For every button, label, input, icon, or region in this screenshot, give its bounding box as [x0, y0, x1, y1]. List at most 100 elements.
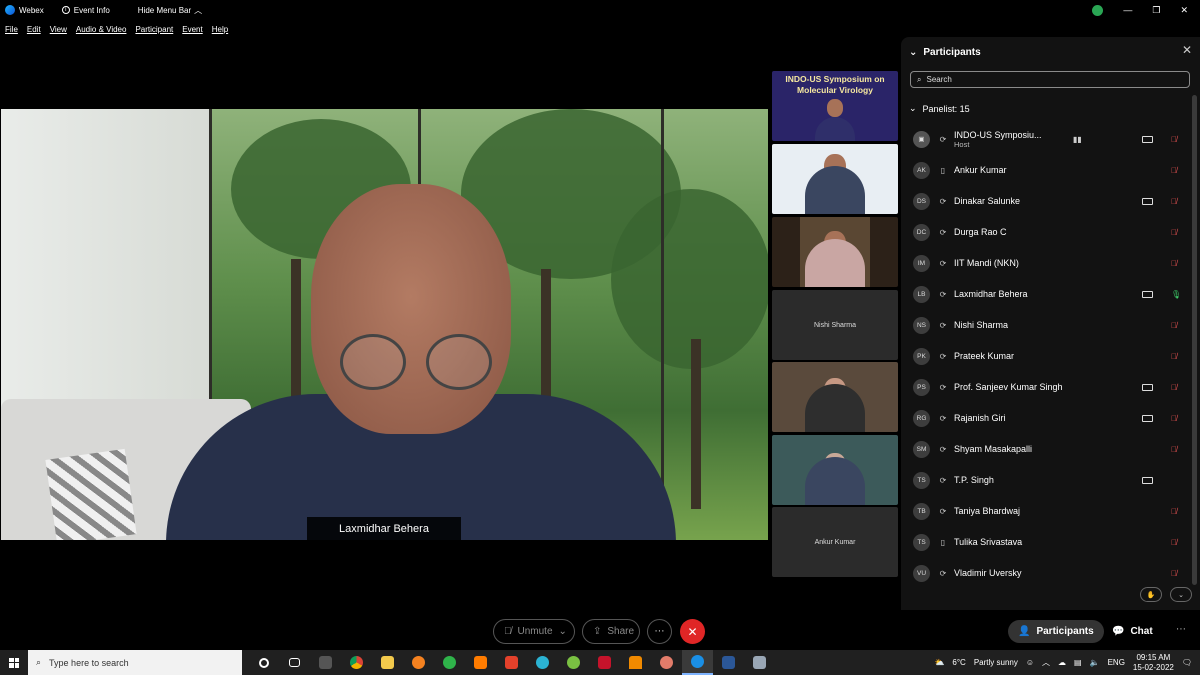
people-tray-icon[interactable]: ☺	[1026, 658, 1034, 667]
mic-muted-icon[interactable]: 🎙̸	[1171, 166, 1177, 175]
panel-scrollbar[interactable]	[1192, 95, 1197, 585]
unmute-button[interactable]: 🎙̸ Unmute ⌄	[493, 619, 575, 644]
participants-panel-header[interactable]: ⌄ Participants	[909, 45, 981, 59]
participant-row[interactable]: SM ⟳ Shyam Masakapalli 🎙̸	[913, 434, 1185, 464]
mic-muted-icon[interactable]: 🎙̸	[1171, 321, 1177, 330]
mic-muted-icon[interactable]: 🎙̸	[1171, 259, 1177, 268]
mic-muted-icon[interactable]: 🎙̸	[1171, 538, 1177, 547]
raise-hand-icon[interactable]: ✋	[1140, 587, 1162, 602]
participant-row[interactable]: NS ⟳ Nishi Sharma 🎙̸	[913, 310, 1185, 340]
maximize-icon[interactable]: ❐	[1152, 5, 1160, 16]
menu-file[interactable]: File	[5, 25, 18, 34]
word-app-icon[interactable]	[713, 650, 744, 675]
participant-row[interactable]: ▣ ⟳ INDO-US Symposiu... Host ▮▮ 🎙̸	[913, 124, 1185, 154]
mic-muted-icon[interactable]: 🎙̸	[1171, 507, 1177, 516]
chrome-app-icon[interactable]	[341, 650, 372, 675]
maps-app-icon[interactable]	[434, 650, 465, 675]
mic-muted-icon[interactable]: 🎙̸	[1171, 414, 1177, 423]
video-tile-5[interactable]	[772, 362, 898, 432]
minimize-icon[interactable]: —	[1123, 5, 1132, 15]
mic-muted-icon[interactable]: 🎙̸	[1171, 197, 1177, 206]
chat-tab-button[interactable]: 💬 Chat	[1102, 620, 1163, 643]
close-panel-icon[interactable]: ✕	[1182, 43, 1192, 57]
hide-menu-bar-button[interactable]: Hide Menu Bar ︿	[138, 5, 202, 16]
start-button[interactable]	[0, 657, 28, 668]
mic-muted-icon[interactable]: 🎙̸	[1171, 352, 1177, 361]
participants-tab-button[interactable]: 👤 Participants	[1008, 620, 1104, 643]
feedback-icon[interactable]: ⌄	[1170, 587, 1192, 602]
participant-row[interactable]: PK ⟳ Prateek Kumar 🎙̸	[913, 341, 1185, 371]
mic-on-icon[interactable]: 🎙	[1171, 290, 1181, 299]
taskbar-clock[interactable]: 09:15 AM 15-02-2022	[1133, 653, 1174, 673]
participant-row[interactable]: TB ⟳ Taniya Bhardwaj 🎙̸	[913, 496, 1185, 526]
video-tile-host[interactable]: INDO-US Symposium on Molecular Virology	[772, 71, 898, 141]
menu-view[interactable]: View	[50, 25, 67, 34]
participant-body	[805, 457, 865, 505]
share-button[interactable]: ⇪ Share	[582, 619, 640, 644]
participant-row[interactable]: DC ⟳ Durga Rao C 🎙̸	[913, 217, 1185, 247]
menu-event[interactable]: Event	[182, 25, 202, 34]
edge-app-icon[interactable]	[527, 650, 558, 675]
user-avatar-icon[interactable]	[1092, 4, 1104, 16]
task-view-icon[interactable]	[279, 650, 310, 675]
taskbar-search-input[interactable]: ⌕ Type here to search	[28, 650, 242, 675]
weather-desc[interactable]: Partly sunny	[974, 658, 1018, 667]
participant-row[interactable]: AK ▯ Ankur Kumar 🎙̸	[913, 155, 1185, 185]
panelist-section-header[interactable]: ⌄ Panelist: 15	[909, 103, 970, 114]
volume-icon[interactable]: 🔈	[1090, 658, 1100, 667]
menu-audio-video[interactable]: Audio & Video	[76, 25, 127, 34]
mic-muted-icon[interactable]: 🎙̸	[1171, 383, 1177, 392]
cortana-icon[interactable]	[248, 650, 279, 675]
participant-row[interactable]: PS ⟳ Prof. Sanjeev Kumar Singh 🎙̸	[913, 372, 1185, 402]
paint-app-icon[interactable]	[651, 650, 682, 675]
video-tile-6[interactable]	[772, 435, 898, 505]
tile-name-label: Ankur Kumar	[814, 538, 856, 546]
participant-avatar: LB	[913, 285, 930, 303]
language-indicator[interactable]: ENG	[1108, 658, 1125, 667]
leave-meeting-button[interactable]: ✕	[680, 619, 705, 644]
participant-search-input[interactable]: ⌕ Search	[910, 71, 1190, 88]
file-explorer-icon[interactable]	[372, 650, 403, 675]
torrent-app-icon[interactable]	[558, 650, 589, 675]
video-tile-nishi-sharma[interactable]: Nishi Sharma	[772, 290, 898, 360]
participant-row[interactable]: RG ⟳ Rajanish Giri 🎙̸	[913, 403, 1185, 433]
phone-audio-icon: ⟳	[939, 320, 947, 330]
participant-row[interactable]: VU ⟳ Vladimir Uversky 🎙̸	[913, 558, 1185, 588]
close-icon[interactable]: ✕	[1180, 5, 1188, 16]
mic-muted-icon[interactable]: 🎙̸	[1171, 569, 1177, 578]
mic-muted-icon[interactable]: 🎙̸	[1171, 445, 1177, 454]
video-tile-2[interactable]	[772, 144, 898, 214]
menu-edit[interactable]: Edit	[27, 25, 41, 34]
notification-icon[interactable]: 🗨	[1182, 658, 1192, 667]
notion-app-icon[interactable]	[310, 650, 341, 675]
participant-row[interactable]: LB ⟳ Laxmidhar Behera 🎙	[913, 279, 1185, 309]
network-icon[interactable]: ▤	[1074, 658, 1082, 667]
active-speaker-video[interactable]: Laxmidhar Behera	[1, 109, 768, 540]
blender-app-icon[interactable]	[403, 650, 434, 675]
menu-participant[interactable]: Participant	[135, 25, 173, 34]
vlc-app-icon[interactable]	[620, 650, 651, 675]
recorder-app-icon[interactable]	[496, 650, 527, 675]
camera-icon	[1142, 476, 1153, 484]
video-tile-ankur-kumar[interactable]: Ankur Kumar	[772, 507, 898, 577]
menu-help[interactable]: Help	[212, 25, 228, 34]
webex-app-icon[interactable]	[682, 650, 713, 675]
participant-row[interactable]: TS ▯ Tulika Srivastava 🎙̸	[913, 527, 1185, 557]
participant-row[interactable]: TS ⟳ T.P. Singh	[913, 465, 1185, 495]
participant-row[interactable]: IM ⟳ IIT Mandi (NKN) 🎙̸	[913, 248, 1185, 278]
illustrator-app-icon[interactable]	[465, 650, 496, 675]
speaker-glasses	[336, 334, 496, 394]
chevron-up-icon[interactable]: ︿	[1042, 657, 1050, 668]
mic-muted-icon[interactable]: 🎙̸	[1171, 135, 1177, 144]
video-tile-3[interactable]	[772, 217, 898, 287]
snipping-tool-icon[interactable]	[744, 650, 775, 675]
mic-muted-icon[interactable]: 🎙̸	[1171, 228, 1177, 237]
participant-row[interactable]: DS ⟳ Dinakar Salunke 🎙̸	[913, 186, 1185, 216]
mendeley-app-icon[interactable]	[589, 650, 620, 675]
cloud-icon[interactable]: ☁	[1058, 658, 1066, 667]
weather-temp[interactable]: 6°C	[952, 658, 965, 667]
more-icon[interactable]: ⋯	[1176, 624, 1186, 635]
panel-footer: ✋ ⌄	[1140, 587, 1192, 602]
event-info-button[interactable]: i Event Info	[61, 6, 110, 15]
more-options-button[interactable]: ⋯	[647, 619, 672, 644]
